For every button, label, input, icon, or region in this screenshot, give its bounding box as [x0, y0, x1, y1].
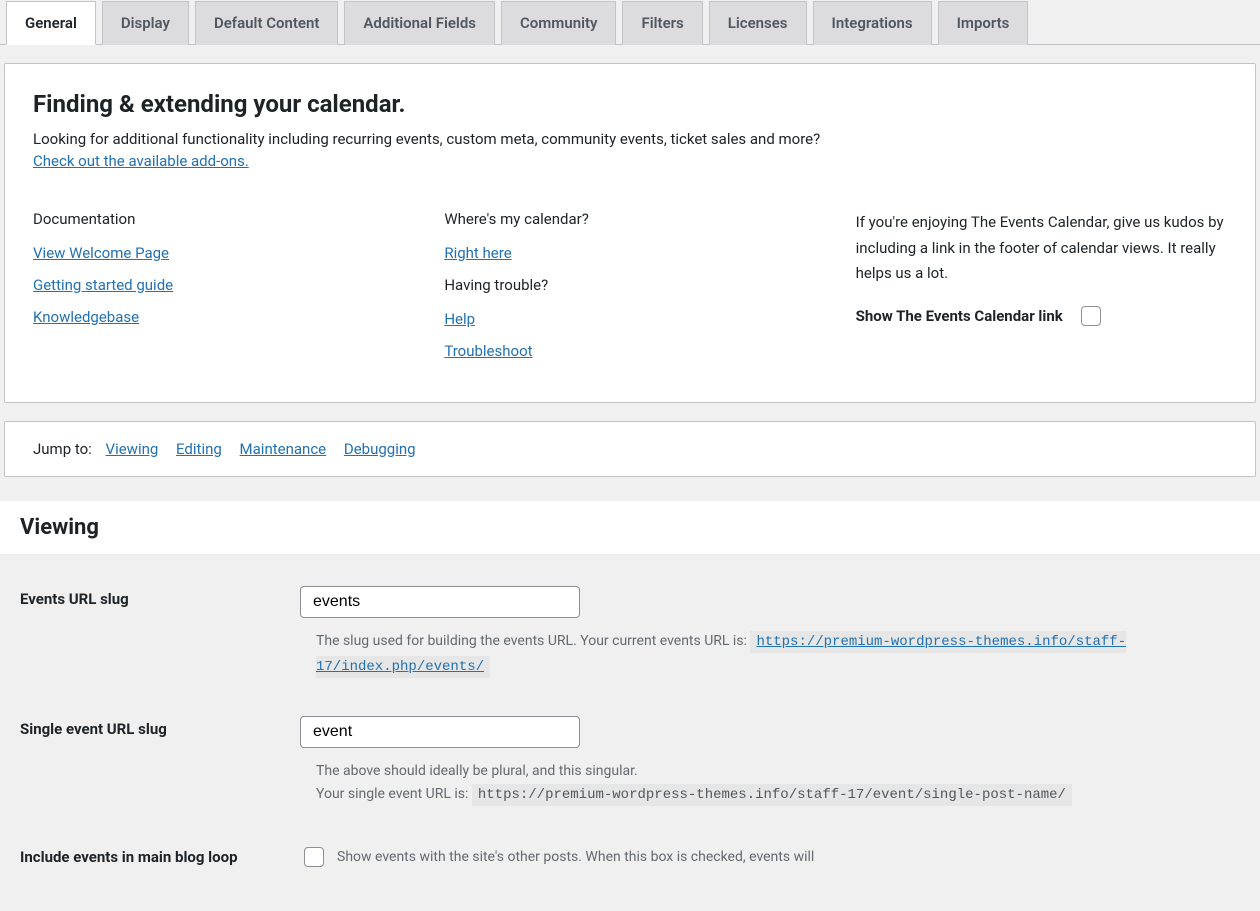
welcome-page-link[interactable]: View Welcome Page: [33, 244, 404, 262]
tab-community[interactable]: Community: [501, 1, 617, 45]
intro-lead: Looking for additional functionality inc…: [33, 130, 1227, 148]
single-event-desc-line1: The above should ideally be plural, and …: [316, 763, 638, 779]
kudos-text: If you're enjoying The Events Calendar, …: [856, 210, 1227, 287]
where-calendar-heading: Where's my calendar?: [444, 210, 815, 228]
right-here-link[interactable]: Right here: [444, 244, 815, 262]
settings-tabs: General Display Default Content Addition…: [0, 0, 1260, 45]
tab-general[interactable]: General: [6, 1, 96, 45]
single-event-url-slug-description: The above should ideally be plural, and …: [316, 760, 1176, 809]
docs-heading: Documentation: [33, 210, 404, 228]
single-event-url-slug-input[interactable]: [300, 716, 580, 748]
jump-maintenance-link[interactable]: Maintenance: [240, 440, 327, 458]
having-trouble-heading: Having trouble?: [444, 276, 815, 294]
viewing-section-header: Viewing: [0, 501, 1260, 554]
include-main-loop-label: Include events in main blog loop: [0, 832, 300, 894]
intro-heading: Finding & extending your calendar.: [33, 90, 1227, 118]
viewing-settings-table: Events URL slug The slug used for buildi…: [0, 574, 1260, 894]
tab-licenses[interactable]: Licenses: [709, 1, 807, 45]
jump-editing-link[interactable]: Editing: [176, 440, 222, 458]
events-url-slug-input[interactable]: [300, 586, 580, 618]
knowledgebase-link[interactable]: Knowledgebase: [33, 308, 404, 326]
jump-debugging-link[interactable]: Debugging: [344, 440, 416, 458]
show-link-checkbox[interactable]: [1081, 306, 1101, 326]
events-url-desc-text: The slug used for building the events UR…: [316, 633, 750, 649]
tab-additional-fields[interactable]: Additional Fields: [344, 1, 495, 45]
single-event-desc-line2-prefix: Your single event URL is:: [316, 786, 472, 802]
single-event-url-code: https://premium-wordpress-themes.info/st…: [472, 784, 1072, 806]
kudos-column: If you're enjoying The Events Calendar, …: [856, 210, 1227, 374]
tab-imports[interactable]: Imports: [938, 1, 1029, 45]
troubleshoot-link[interactable]: Troubleshoot: [444, 342, 815, 360]
include-main-loop-checkbox[interactable]: [304, 847, 324, 867]
events-url-slug-description: The slug used for building the events UR…: [316, 630, 1176, 680]
tab-display[interactable]: Display: [102, 1, 189, 45]
intro-panel: Finding & extending your calendar. Looki…: [4, 63, 1256, 403]
tab-filters[interactable]: Filters: [622, 1, 702, 45]
help-link[interactable]: Help: [444, 310, 815, 328]
getting-started-guide-link[interactable]: Getting started guide: [33, 276, 404, 294]
jump-to-label: Jump to:: [33, 440, 92, 458]
tab-integrations[interactable]: Integrations: [813, 1, 932, 45]
single-event-url-slug-label: Single event URL slug: [0, 704, 300, 833]
jump-viewing-link[interactable]: Viewing: [106, 440, 159, 458]
include-main-loop-description: Show events with the site's other posts.…: [337, 849, 814, 865]
events-url-slug-label: Events URL slug: [0, 574, 300, 704]
help-column: Where's my calendar? Right here Having t…: [444, 210, 815, 374]
addons-link[interactable]: Check out the available add-ons.: [33, 152, 249, 170]
tab-default-content[interactable]: Default Content: [195, 1, 338, 45]
jump-to-panel: Jump to: Viewing Editing Maintenance Deb…: [4, 421, 1256, 477]
docs-column: Documentation View Welcome Page Getting …: [33, 210, 404, 374]
show-link-label: Show The Events Calendar link: [856, 307, 1063, 325]
